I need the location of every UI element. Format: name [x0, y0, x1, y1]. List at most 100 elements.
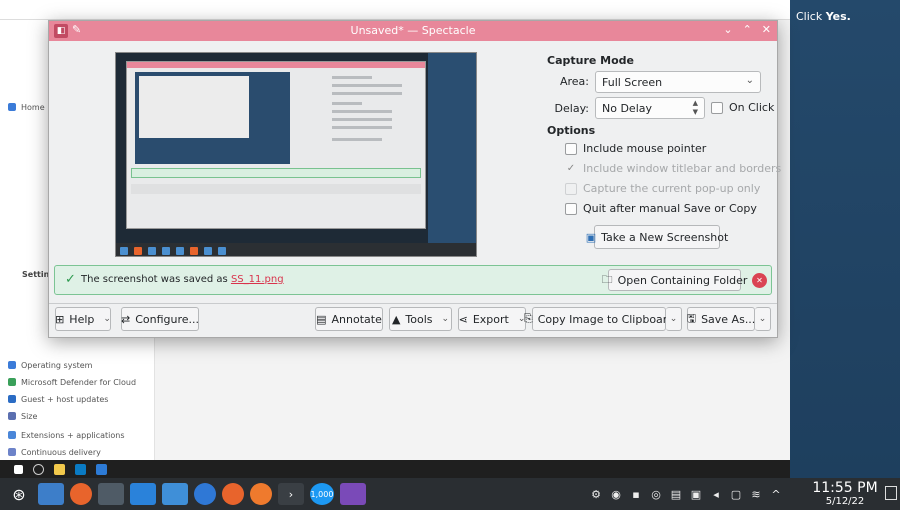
terminal-icon[interactable] [98, 483, 124, 505]
options-heading: Options [547, 124, 596, 137]
remote-sidebar-item[interactable]: Operating system [8, 358, 92, 372]
firefox-icon[interactable] [70, 483, 92, 505]
browser-icon[interactable] [194, 483, 216, 505]
window-title: Unsaved* — Spectacle [350, 24, 476, 37]
wifi-icon[interactable]: ≋ [750, 488, 762, 501]
include-titlebar-checkbox[interactable]: ✓ Include window titlebar and borders [565, 162, 781, 175]
tray-icon[interactable]: ⚙ [590, 488, 602, 501]
export-button[interactable]: ⋖ Export ⌄ [458, 307, 526, 331]
help-button[interactable]: ⊞ Help ⌄ [55, 307, 111, 331]
screenshot-preview[interactable] [115, 52, 477, 257]
save-icon: 🖫 [686, 311, 697, 325]
capture-mode-heading: Capture Mode [547, 54, 635, 67]
monitor-icon[interactable]: ▣ [690, 488, 702, 501]
update-icon [8, 395, 16, 403]
app-launcher-icon[interactable]: ⊛ [6, 483, 32, 505]
configure-icon: ⇄ [120, 312, 131, 326]
shield-icon [8, 378, 16, 386]
clock[interactable]: 11:55 PM 5/12/22 [808, 480, 882, 508]
store-icon[interactable] [130, 483, 156, 505]
area-combobox[interactable]: Full Screen ⌄ [595, 71, 761, 93]
spin-arrows-icon[interactable]: ▲ ▼ [693, 99, 698, 117]
extensions-icon [8, 431, 16, 439]
firefox-icon[interactable] [222, 483, 244, 505]
save-dropdown-button[interactable]: ⌄ [755, 307, 771, 331]
remote-taskbar [0, 460, 790, 478]
chevron-up-icon[interactable]: ^ [770, 488, 782, 501]
open-containing-folder-button[interactable]: 🗀 Open Containing Folder [602, 269, 747, 291]
save-as-button[interactable]: 🖫 Save As... [687, 307, 755, 331]
titlebar[interactable]: ◧ ✎ Unsaved* — Spectacle ⌄ ⌃ ✕ [49, 21, 777, 41]
close-notification-icon[interactable]: ✕ [752, 273, 767, 288]
chevron-down-icon: ⌄ [103, 314, 111, 324]
size-icon [8, 412, 16, 420]
copy-icon: ⎘ [523, 312, 533, 325]
take-new-screenshot-button[interactable]: ▣ Take a New Screenshot [586, 225, 728, 249]
file-explorer-icon[interactable] [54, 463, 65, 475]
preview-spectacle-window [126, 61, 426, 229]
remote-window-topbar [0, 0, 790, 20]
on-click-checkbox[interactable]: On Click [711, 101, 774, 114]
instruction-panel: Click Yes. [790, 0, 900, 478]
saved-notification: ✓ The screenshot was saved as SS_11.png … [54, 265, 772, 295]
keyboard-icon[interactable]: ▪ [630, 488, 642, 501]
firefox-dev-icon[interactable] [250, 483, 272, 505]
copy-dropdown-button[interactable]: ⌄ [666, 307, 682, 331]
console-icon[interactable]: › [278, 483, 304, 505]
maximize-icon[interactable]: ⌃ [743, 23, 752, 36]
delivery-icon [8, 448, 16, 456]
system-tray: ⚙ ◉ ▪ ◎ ▤ ▣ ◂ ▢ ≋ ^ [590, 478, 782, 510]
vscode-icon[interactable] [96, 463, 107, 475]
success-check-icon: ✓ [65, 272, 76, 287]
close-icon[interactable]: ✕ [762, 23, 771, 36]
home-icon [8, 103, 16, 111]
remote-sidebar-item[interactable]: Microsoft Defender for Cloud [8, 375, 136, 389]
search-icon[interactable] [33, 463, 44, 475]
tray-icon[interactable]: ◎ [650, 488, 662, 501]
device-icon[interactable]: ▢ [730, 488, 742, 501]
area-label: Area: [559, 75, 589, 88]
chevron-down-icon: ⌄ [669, 314, 678, 324]
gamepad-icon[interactable]: ◉ [610, 488, 622, 501]
tools-button[interactable]: ▲ Tools ⌄ [389, 307, 452, 331]
include-mouse-pointer-checkbox[interactable]: Include mouse pointer [565, 142, 706, 155]
delay-spinbox[interactable]: No Delay ▲ ▼ [595, 97, 705, 119]
volume-icon[interactable]: ◂ [710, 488, 722, 501]
tools-icon: ▲ [391, 312, 401, 326]
remote-desktop-icon[interactable] [340, 483, 366, 505]
clipboard-icon[interactable]: ▤ [670, 488, 682, 501]
minimize-icon[interactable]: ⌄ [723, 23, 732, 36]
annotate-icon: ▤ [316, 312, 327, 326]
chevron-down-icon: ⌄ [758, 314, 767, 324]
desktop-icon[interactable] [38, 483, 64, 505]
toolbar-separator [49, 303, 777, 304]
copy-to-clipboard-button[interactable]: ⎘ Copy Image to Clipboard [524, 307, 674, 331]
folder-icon: 🗀 [601, 272, 613, 286]
remote-sidebar-item[interactable]: Extensions + applications [8, 428, 125, 442]
folder-icon[interactable] [162, 483, 188, 505]
annotate-button[interactable]: ▤ Annotate [315, 307, 383, 331]
configure-button[interactable]: ⇄ Configure... [121, 307, 199, 331]
camera-icon: ▣ [585, 230, 597, 244]
chevron-down-icon: ⌄ [441, 314, 450, 324]
saved-file-link[interactable]: SS_11.png [231, 274, 284, 285]
host-taskbar: ⊛ › 1,000 ⚙ ◉ ▪ ◎ ▤ ▣ ◂ ▢ ≋ ^ 11:55 PM 5… [0, 478, 900, 510]
share-icon: ⋖ [458, 312, 468, 326]
remote-main-content [155, 335, 790, 460]
windows-start-icon[interactable] [14, 464, 23, 474]
instruction-text: Click Yes. [796, 10, 851, 23]
delay-label: Delay: [554, 102, 589, 115]
capture-popup-checkbox[interactable]: Capture the current pop-up only [565, 182, 760, 195]
spectacle-window: ◧ ✎ Unsaved* — Spectacle ⌄ ⌃ ✕ Capture M… [48, 20, 781, 338]
help-icon: ⊞ [55, 312, 65, 326]
remote-sidebar-item[interactable]: Guest + host updates [8, 392, 108, 406]
notification-badge-icon[interactable]: 1,000 [310, 483, 334, 505]
os-icon [8, 361, 16, 369]
remote-sidebar-item[interactable]: Continuous delivery [8, 445, 101, 459]
checkmark-icon: ✓ [566, 163, 576, 174]
remote-sidebar-home[interactable]: Home [8, 100, 45, 114]
quit-after-save-checkbox[interactable]: Quit after manual Save or Copy [565, 202, 757, 215]
show-desktop-icon[interactable] [885, 486, 897, 500]
edge-icon[interactable] [75, 463, 86, 475]
remote-sidebar-item[interactable]: Size [8, 409, 37, 423]
